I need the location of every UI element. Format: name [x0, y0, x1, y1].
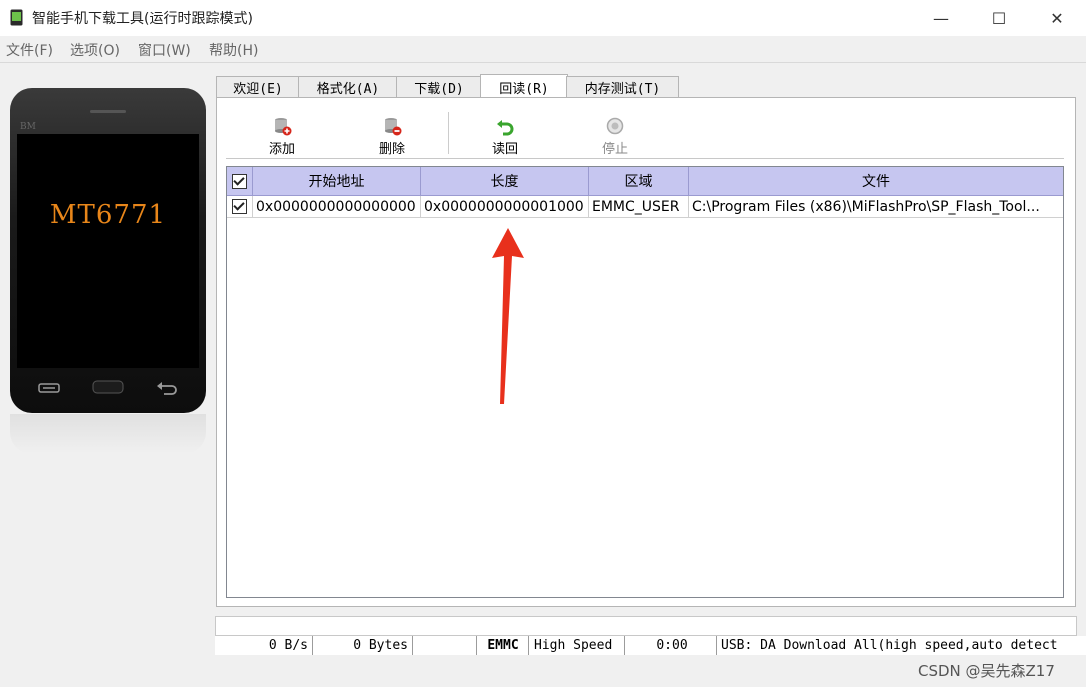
title-bar: 智能手机下载工具(运行时跟踪模式) — ☐ ✕ [0, 0, 1086, 36]
window-title: 智能手机下载工具(运行时跟踪模式) [32, 11, 253, 27]
progress-bar [215, 616, 1077, 636]
status-bytes: 0 Bytes [315, 636, 413, 655]
toolbar-divider [226, 158, 1064, 159]
menu-key-icon [38, 383, 60, 393]
annotation-arrow [492, 228, 524, 404]
add-db-icon [275, 118, 292, 136]
tab-format[interactable]: 格式化(A) [298, 76, 398, 98]
tab-download[interactable]: 下载(D) [396, 76, 482, 98]
column-header-length[interactable]: 长度 [421, 167, 589, 196]
column-header-region[interactable]: 区域 [589, 167, 689, 196]
tab-welcome[interactable]: 欢迎(E) [216, 76, 300, 98]
column-header-start[interactable]: 开始地址 [253, 167, 421, 196]
minimize-icon: — [933, 8, 949, 28]
stop-label: 停止 [601, 142, 628, 157]
status-bar: 0 B/s 0 Bytes EMMC High Speed 0:00 USB: … [215, 636, 1086, 655]
maximize-icon: ☐ [991, 8, 1007, 28]
status-usb: USB: DA Download All(high speed,auto det… [717, 636, 1057, 655]
readback-arrow-icon [497, 120, 514, 136]
add-label: 添加 [268, 142, 295, 157]
status-time: 0:00 [627, 636, 717, 655]
status-storage: EMMC [477, 636, 529, 655]
menu-help[interactable]: 帮助(H) [209, 40, 258, 60]
watermark: CSDN @吴先森Z17 [918, 662, 1055, 680]
phone-brand: BM [20, 122, 36, 132]
readback-table: 开始地址 长度 区域 文件 0x0000000000000000 0x00000… [226, 166, 1064, 598]
cell-length[interactable]: 0x0000000000001000 [421, 196, 589, 218]
phone-reflection [10, 414, 206, 454]
phone-screen [17, 134, 199, 368]
menu-bar: 文件(F) 选项(O) 窗口(W) 帮助(H) [0, 36, 1086, 63]
readback-button[interactable]: 读回 [475, 116, 535, 157]
close-button[interactable]: ✕ [1034, 0, 1080, 36]
readback-label: 读回 [491, 142, 518, 157]
column-header-file[interactable]: 文件 [689, 167, 1063, 196]
delete-button[interactable]: 删除 [362, 116, 422, 157]
add-button[interactable]: 添加 [252, 116, 312, 157]
tab-memory-test[interactable]: 内存测试(T) [566, 76, 679, 98]
chip-model-label: MT6771 [49, 200, 167, 230]
delete-db-icon [385, 118, 402, 136]
minimize-button[interactable]: — [918, 0, 964, 36]
tab-readback[interactable]: 回读(R) [480, 74, 568, 99]
home-key-icon [92, 380, 124, 394]
cell-file[interactable]: C:\Program Files (x86)\MiFlashPro\SP_Fla… [689, 196, 1063, 218]
select-all-checkbox[interactable] [232, 173, 247, 189]
menu-file[interactable]: 文件(F) [6, 40, 53, 60]
app-icon [10, 9, 23, 26]
status-blank [415, 636, 477, 655]
toolbar-separator [448, 112, 449, 154]
status-speed: 0 B/s [215, 636, 313, 655]
row-checkbox[interactable] [232, 199, 247, 214]
cell-start-address[interactable]: 0x0000000000000000 [253, 196, 421, 218]
maximize-button[interactable]: ☐ [976, 0, 1022, 36]
phone-image: BM MT6771 [10, 88, 206, 413]
menu-options[interactable]: 选项(O) [70, 40, 120, 60]
row-checkbox-cell[interactable] [227, 196, 253, 218]
menu-window[interactable]: 窗口(W) [138, 40, 191, 60]
delete-label: 删除 [378, 142, 405, 157]
cell-region[interactable]: EMMC_USER [589, 196, 689, 218]
stop-button[interactable]: 停止 [585, 116, 645, 157]
close-icon: ✕ [1050, 8, 1064, 28]
back-key-icon [157, 382, 177, 395]
stop-icon [606, 117, 624, 135]
phone-speaker [90, 110, 126, 113]
select-all-header[interactable] [227, 167, 253, 196]
status-mode: High Speed [529, 636, 625, 655]
